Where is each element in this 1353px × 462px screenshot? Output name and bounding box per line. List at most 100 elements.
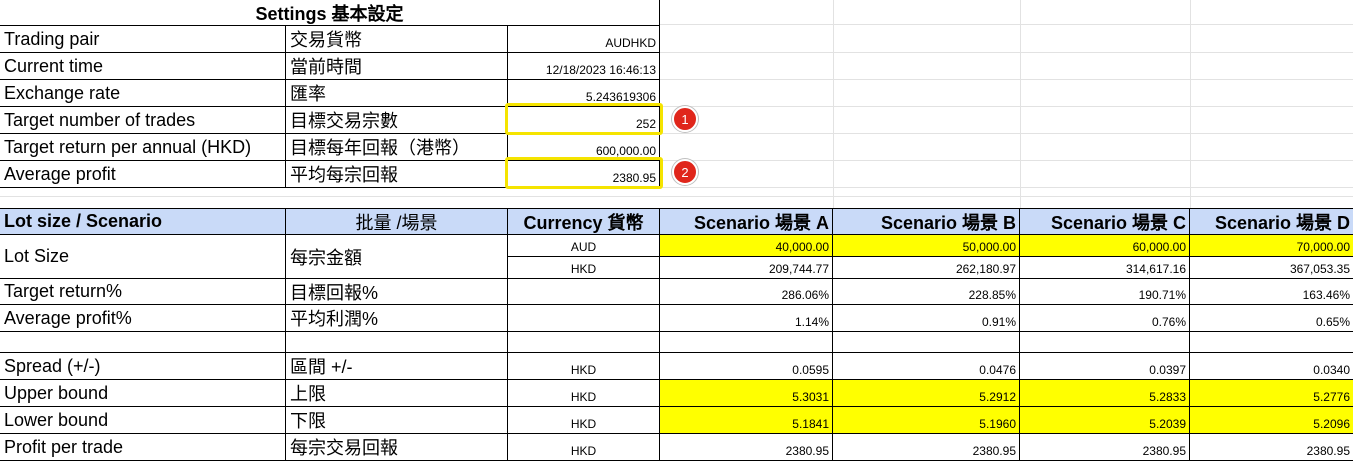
settings-label-zh[interactable]: 目標交易宗數 xyxy=(286,106,508,133)
header-scenario-a[interactable]: Scenario 場景 A xyxy=(660,208,833,235)
empty-cell[interactable] xyxy=(508,332,660,353)
lower-bound-label-zh[interactable]: 下限 xyxy=(286,407,508,434)
settings-label-en[interactable]: Exchange rate xyxy=(0,79,286,106)
settings-label-zh[interactable]: 當前時間 xyxy=(286,52,508,79)
lower-bound-c[interactable]: 5.2039 xyxy=(1020,407,1190,434)
settings-label-en[interactable]: Trading pair xyxy=(0,25,286,52)
profit-per-trade-label-en[interactable]: Profit per trade xyxy=(0,434,286,461)
callout-marker-1: 1 xyxy=(672,106,698,132)
profit-per-trade-c[interactable]: 2380.95 xyxy=(1020,434,1190,461)
target-return-c[interactable]: 190.71% xyxy=(1020,279,1190,305)
profit-per-trade-label-zh[interactable]: 每宗交易回報 xyxy=(286,434,508,461)
header-scenario-b[interactable]: Scenario 場景 B xyxy=(833,208,1020,235)
gridline xyxy=(660,24,1353,25)
header-currency[interactable]: Currency 貨幣 xyxy=(508,208,660,235)
spread-b[interactable]: 0.0476 xyxy=(833,353,1020,380)
gridline xyxy=(660,133,1353,134)
settings-label-en[interactable]: Target return per annual (HKD) xyxy=(0,133,286,160)
empty-cell[interactable] xyxy=(1020,332,1190,353)
gridline xyxy=(660,106,1353,107)
profit-per-trade-a[interactable]: 2380.95 xyxy=(660,434,833,461)
gridline xyxy=(660,52,1353,53)
average-profit-b[interactable]: 0.91% xyxy=(833,305,1020,332)
settings-label-zh[interactable]: 平均每宗回報 xyxy=(286,160,508,188)
empty-cell[interactable] xyxy=(1190,332,1353,353)
spread-label-zh[interactable]: 區間 +/- xyxy=(286,353,508,380)
lower-bound-label-en[interactable]: Lower bound xyxy=(0,407,286,434)
settings-label-zh[interactable]: 交易貨幣 xyxy=(286,25,508,52)
empty-cell[interactable] xyxy=(833,332,1020,353)
header-scenario-c[interactable]: Scenario 場景 C xyxy=(1020,208,1190,235)
settings-label-en[interactable]: Average profit xyxy=(0,160,286,188)
empty-cell[interactable] xyxy=(286,332,508,353)
lot-size-hkd-b[interactable]: 262,180.97 xyxy=(833,257,1020,279)
lower-bound-b[interactable]: 5.1960 xyxy=(833,407,1020,434)
lot-size-label-zh[interactable]: 每宗金額 xyxy=(286,235,508,279)
spread-currency[interactable]: HKD xyxy=(508,353,660,380)
gridline xyxy=(1190,0,1191,208)
target-return-label-en[interactable]: Target return% xyxy=(0,279,286,305)
spreadsheet: Settings 基本設定 Trading pair 交易貨幣 AUDHKD C… xyxy=(0,0,1353,462)
lot-size-hkd-a[interactable]: 209,744.77 xyxy=(660,257,833,279)
spread-d[interactable]: 0.0340 xyxy=(1190,353,1353,380)
profit-per-trade-currency[interactable]: HKD xyxy=(508,434,660,461)
lot-size-aud-b[interactable]: 50,000.00 xyxy=(833,235,1020,257)
spread-label-en[interactable]: Spread (+/-) xyxy=(0,353,286,380)
lot-size-hkd-currency[interactable]: HKD xyxy=(508,257,660,279)
lot-size-hkd-c[interactable]: 314,617.16 xyxy=(1020,257,1190,279)
spread-c[interactable]: 0.0397 xyxy=(1020,353,1190,380)
trading-pair-value[interactable]: AUDHKD xyxy=(508,25,660,52)
lot-size-label-en[interactable]: Lot Size xyxy=(0,235,286,279)
lower-bound-currency[interactable]: HKD xyxy=(508,407,660,434)
lot-size-aud-d[interactable]: 70,000.00 xyxy=(1190,235,1353,257)
spread-a[interactable]: 0.0595 xyxy=(660,353,833,380)
exchange-rate-value[interactable]: 5.243619306 xyxy=(508,79,660,106)
settings-label-en[interactable]: Target number of trades xyxy=(0,106,286,133)
target-return-a[interactable]: 286.06% xyxy=(660,279,833,305)
header-scenario-d[interactable]: Scenario 場景 D xyxy=(1190,208,1353,235)
current-time-value[interactable]: 12/18/2023 16:46:13 xyxy=(508,52,660,79)
settings-label-zh[interactable]: 匯率 xyxy=(286,79,508,106)
gridline xyxy=(0,196,1353,197)
target-return-b[interactable]: 228.85% xyxy=(833,279,1020,305)
average-profit-a[interactable]: 1.14% xyxy=(660,305,833,332)
target-return-d[interactable]: 163.46% xyxy=(1190,279,1353,305)
settings-label-zh[interactable]: 目標每年回報（港幣） xyxy=(286,133,508,160)
gridline xyxy=(833,0,834,208)
target-return-currency[interactable] xyxy=(508,279,660,305)
target-return-label-zh[interactable]: 目標回報% xyxy=(286,279,508,305)
profit-per-trade-d[interactable]: 2380.95 xyxy=(1190,434,1353,461)
lower-bound-d[interactable]: 5.2096 xyxy=(1190,407,1353,434)
gridline xyxy=(660,79,1353,80)
upper-bound-label-en[interactable]: Upper bound xyxy=(0,380,286,407)
settings-title[interactable]: Settings 基本設定 xyxy=(0,0,660,25)
upper-bound-c[interactable]: 5.2833 xyxy=(1020,380,1190,407)
average-profit-d[interactable]: 0.65% xyxy=(1190,305,1353,332)
empty-cell[interactable] xyxy=(660,332,833,353)
empty-cell[interactable] xyxy=(0,332,286,353)
callout-highlight-box xyxy=(505,157,663,189)
gridline xyxy=(660,187,1353,188)
lower-bound-a[interactable]: 5.1841 xyxy=(660,407,833,434)
upper-bound-label-zh[interactable]: 上限 xyxy=(286,380,508,407)
upper-bound-d[interactable]: 5.2776 xyxy=(1190,380,1353,407)
settings-label-en[interactable]: Current time xyxy=(0,52,286,79)
target-return-value[interactable]: 600,000.00 xyxy=(508,133,660,160)
upper-bound-currency[interactable]: HKD xyxy=(508,380,660,407)
average-profit-currency[interactable] xyxy=(508,305,660,332)
average-profit-label-en[interactable]: Average profit% xyxy=(0,305,286,332)
gridline xyxy=(1020,0,1021,208)
header-lot-size-scenario[interactable]: Lot size / Scenario xyxy=(0,208,286,235)
callout-highlight-box xyxy=(505,103,663,135)
upper-bound-b[interactable]: 5.2912 xyxy=(833,380,1020,407)
header-lot-size-zh[interactable]: 批量 /場景 xyxy=(286,208,508,235)
callout-marker-2: 2 xyxy=(672,159,698,185)
upper-bound-a[interactable]: 5.3031 xyxy=(660,380,833,407)
lot-size-aud-currency[interactable]: AUD xyxy=(508,235,660,257)
lot-size-aud-a[interactable]: 40,000.00 xyxy=(660,235,833,257)
average-profit-c[interactable]: 0.76% xyxy=(1020,305,1190,332)
profit-per-trade-b[interactable]: 2380.95 xyxy=(833,434,1020,461)
lot-size-aud-c[interactable]: 60,000.00 xyxy=(1020,235,1190,257)
lot-size-hkd-d[interactable]: 367,053.35 xyxy=(1190,257,1353,279)
average-profit-label-zh[interactable]: 平均利潤% xyxy=(286,305,508,332)
